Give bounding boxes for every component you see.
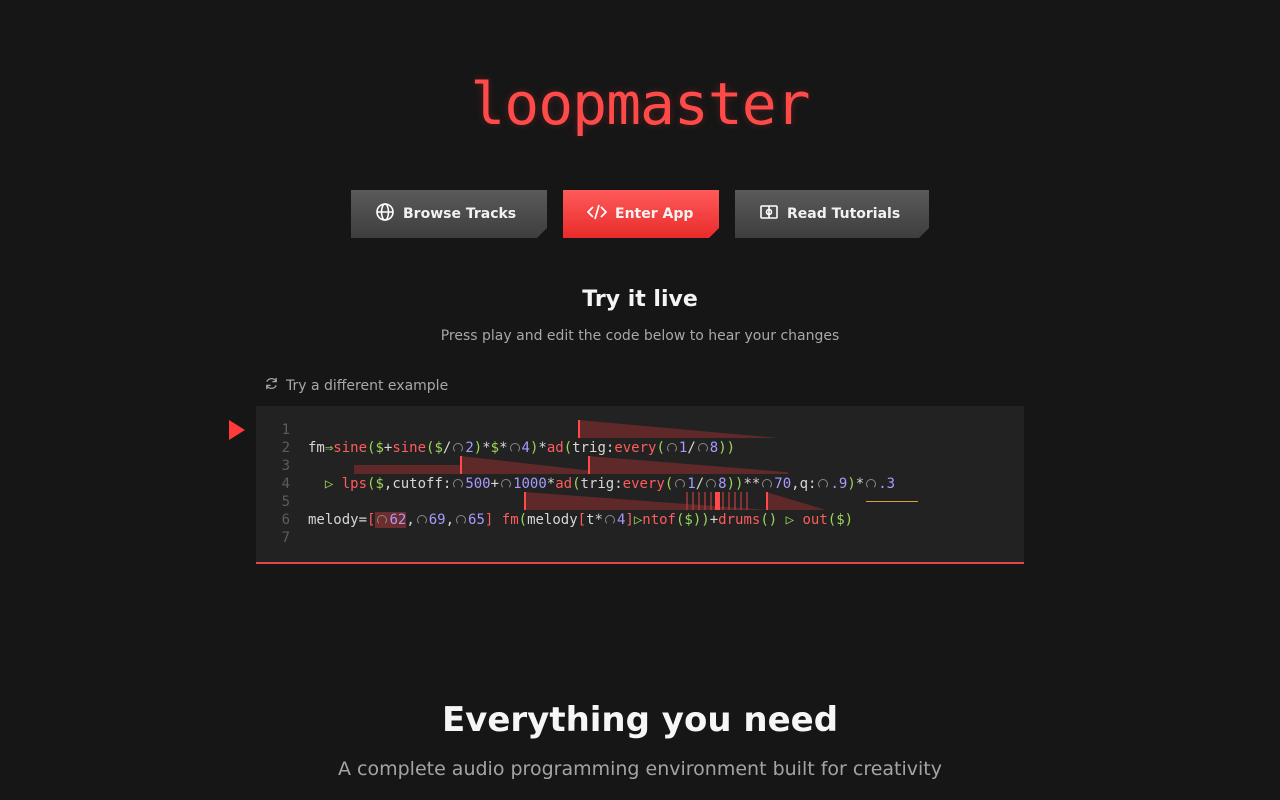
code-line: ▷ lps($,cutoff: 500+ 1000*ad(trig:every(1/… bbox=[324, 476, 896, 492]
refresh-icon bbox=[264, 376, 279, 395]
code-content[interactable]: fm⇒sine($+sine($/2)*$* 4)*ad(trig:every(1… bbox=[308, 421, 895, 547]
code-line: melody=[62, 69, 65] fm(melody[t* 4]▷ntof($)… bbox=[308, 512, 854, 528]
line-number: 3 bbox=[281, 458, 290, 474]
code-icon bbox=[587, 202, 607, 226]
try-title: Try it live bbox=[582, 287, 698, 312]
read-tutorials-label: Read Tutorials bbox=[787, 206, 901, 222]
line-number: 4 bbox=[281, 476, 290, 492]
logo: loopmaster bbox=[470, 70, 810, 138]
line-number: 1 bbox=[281, 422, 290, 438]
globe-icon bbox=[375, 202, 395, 226]
features-subtitle: A complete audio programming environment… bbox=[337, 758, 943, 780]
code-editor[interactable]: 1 2 3 4 5 6 7 fm⇒sine($+sine($/2)*$* 4)*a… bbox=[256, 406, 1024, 564]
try-different-example-link[interactable]: Try a different example bbox=[264, 376, 448, 395]
action-buttons: Browse Tracks Enter App Read Tutorials bbox=[0, 190, 1280, 238]
read-tutorials-button[interactable]: Read Tutorials bbox=[735, 190, 929, 238]
enter-app-button[interactable]: Enter App bbox=[563, 190, 719, 238]
line-number: 5 bbox=[281, 494, 290, 510]
browse-tracks-label: Browse Tracks bbox=[403, 206, 517, 222]
enter-app-label: Enter App bbox=[615, 206, 694, 222]
try-different-example-label: Try a different example bbox=[286, 377, 449, 394]
browse-tracks-button[interactable]: Browse Tracks bbox=[351, 190, 547, 238]
features-title: Everything you need bbox=[441, 700, 839, 740]
line-numbers: 1 2 3 4 5 6 7 bbox=[266, 421, 290, 547]
line-number: 6 bbox=[281, 512, 290, 528]
try-subtitle: Press play and edit the code below to he… bbox=[440, 328, 840, 344]
book-icon bbox=[759, 202, 779, 226]
play-button[interactable] bbox=[226, 419, 248, 441]
line-number: 7 bbox=[281, 530, 290, 546]
code-line: fm⇒sine($+sine($/2)*$* 4)*ad(trig:every(1… bbox=[308, 440, 736, 456]
play-icon bbox=[226, 420, 248, 445]
line-number: 2 bbox=[281, 440, 290, 456]
